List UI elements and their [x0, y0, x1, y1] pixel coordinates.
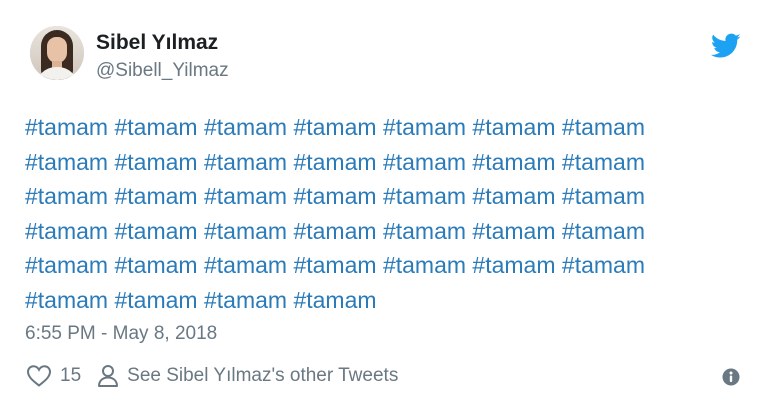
hashtag-link[interactable]: #tamam [204, 252, 287, 278]
like-button[interactable]: 15 [26, 364, 81, 388]
hashtag-link[interactable]: #tamam [562, 114, 645, 140]
twitter-bird-icon[interactable] [711, 33, 741, 59]
hashtag-link[interactable]: #tamam [204, 183, 287, 209]
hashtag-link[interactable]: #tamam [25, 114, 108, 140]
hashtag-link[interactable]: #tamam [114, 149, 197, 175]
like-count: 15 [60, 365, 82, 386]
hashtag-link[interactable]: #tamam [204, 287, 287, 313]
hashtag-link[interactable]: #tamam [293, 114, 376, 140]
hashtag-link[interactable]: #tamam [293, 183, 376, 209]
hashtag-link[interactable]: #tamam [472, 218, 555, 244]
hashtag-link[interactable]: #tamam [383, 149, 466, 175]
tweet-text: #tamam #tamam #tamam #tamam #tamam #tama… [25, 110, 725, 317]
hashtag-link[interactable]: #tamam [114, 114, 197, 140]
other-tweets-label: See Sibel Yılmaz's other Tweets [127, 365, 399, 386]
hashtag-link[interactable]: #tamam [562, 252, 645, 278]
hashtag-link[interactable]: #tamam [25, 183, 108, 209]
tweet-actions: 15 See Sibel Yılmaz's other Tweets [26, 364, 398, 388]
hashtag-link[interactable]: #tamam [562, 149, 645, 175]
tweet-timestamp[interactable]: 6:55 PM - May 8, 2018 [25, 322, 217, 346]
hashtag-link[interactable]: #tamam [472, 183, 555, 209]
author-display-name[interactable]: Sibel Yılmaz [96, 30, 229, 56]
author-handle[interactable]: @Sibell_Yilmaz [96, 58, 229, 84]
hashtag-link[interactable]: #tamam [562, 218, 645, 244]
hashtag-link[interactable]: #tamam [562, 183, 645, 209]
hashtag-link[interactable]: #tamam [114, 183, 197, 209]
hashtag-link[interactable]: #tamam [204, 114, 287, 140]
hashtag-link[interactable]: #tamam [293, 287, 376, 313]
heart-icon [26, 365, 52, 387]
hashtag-link[interactable]: #tamam [204, 149, 287, 175]
hashtag-link[interactable]: #tamam [25, 252, 108, 278]
avatar[interactable] [30, 26, 84, 80]
hashtag-link[interactable]: #tamam [383, 183, 466, 209]
hashtag-link[interactable]: #tamam [204, 218, 287, 244]
hashtag-link[interactable]: #tamam [383, 218, 466, 244]
hashtag-link[interactable]: #tamam [25, 218, 108, 244]
hashtag-link[interactable]: #tamam [114, 252, 197, 278]
info-icon[interactable] [722, 368, 740, 386]
author-names: Sibel Yılmaz @Sibell_Yilmaz [96, 30, 229, 84]
hashtag-link[interactable]: #tamam [293, 252, 376, 278]
person-icon [98, 365, 119, 387]
hashtag-link[interactable]: #tamam [114, 287, 197, 313]
hashtag-link[interactable]: #tamam [293, 218, 376, 244]
hashtag-link[interactable]: #tamam [114, 218, 197, 244]
hashtag-link[interactable]: #tamam [472, 114, 555, 140]
tweet-header: Sibel Yılmaz @Sibell_Yilmaz [30, 26, 229, 84]
hashtag-link[interactable]: #tamam [25, 287, 108, 313]
embedded-tweet-card: Sibel Yılmaz @Sibell_Yilmaz #tamam #tama… [0, 0, 770, 412]
hashtag-link[interactable]: #tamam [472, 252, 555, 278]
hashtag-link[interactable]: #tamam [472, 149, 555, 175]
hashtag-link[interactable]: #tamam [383, 114, 466, 140]
hashtag-link[interactable]: #tamam [293, 149, 376, 175]
hashtag-link[interactable]: #tamam [25, 149, 108, 175]
hashtag-link[interactable]: #tamam [383, 252, 466, 278]
other-tweets-link[interactable]: See Sibel Yılmaz's other Tweets [97, 364, 398, 388]
